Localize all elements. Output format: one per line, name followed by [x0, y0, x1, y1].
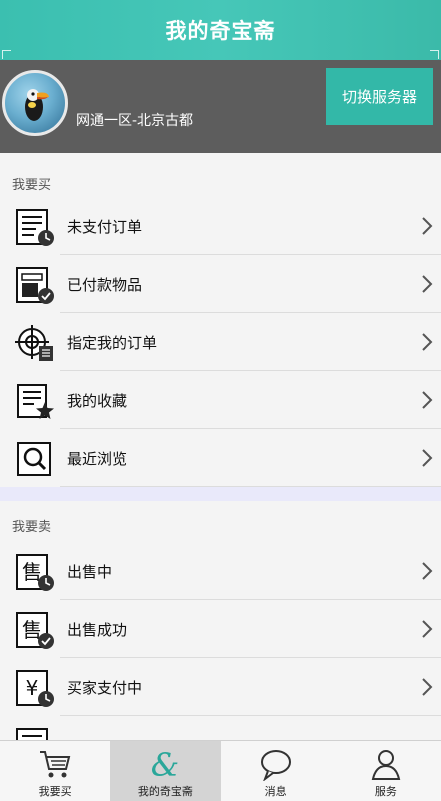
message-icon [260, 750, 291, 781]
item-label: 未支付订单 [67, 217, 143, 236]
profile-bar: 网通一区-北京古都 切换服务器 [0, 60, 441, 153]
chevron-right-icon [422, 620, 433, 638]
list-item-buyer-paying[interactable]: ¥ 买家支付中 [0, 658, 441, 716]
section-title-buy: 我要买 [12, 178, 52, 193]
list-item-paid-items[interactable]: 已付款物品 [0, 255, 441, 313]
sold-icon: 售 [16, 612, 54, 649]
avatar[interactable] [2, 70, 68, 136]
chevron-right-icon [422, 562, 433, 580]
list-item-favorites[interactable]: 我的收藏 [0, 371, 441, 429]
nav-tab-buy[interactable]: 我要买 [0, 741, 110, 801]
svg-text:&: & [151, 747, 179, 781]
nav-tab-my-store[interactable]: & 我的奇宝斋 [110, 741, 221, 801]
toucan-icon [25, 89, 49, 121]
svg-text:¥: ¥ [26, 676, 39, 700]
chevron-right-icon [422, 678, 433, 696]
unpaid-order-icon [16, 209, 54, 246]
item-label: 我的收藏 [67, 391, 128, 410]
corner-mark [430, 50, 439, 59]
favorites-icon [17, 384, 54, 419]
selling-icon: 售 [16, 554, 54, 591]
item-label: 出售中 [67, 562, 113, 581]
nav-tab-messages[interactable]: 消息 [221, 741, 331, 801]
list-item-selling[interactable]: 售 出售中 [0, 542, 441, 600]
recent-browse-icon [17, 442, 51, 476]
target-order-icon [15, 325, 53, 361]
paid-item-icon [16, 267, 54, 304]
cart-icon [40, 751, 71, 778]
switch-server-button[interactable]: 切换服务器 [326, 68, 433, 125]
list-item-sold[interactable]: 售 出售成功 [0, 600, 441, 658]
nav-label: 服务 [374, 785, 397, 798]
nav-label: 我要买 [38, 785, 72, 798]
section-divider [0, 487, 441, 501]
chevron-right-icon [422, 217, 433, 235]
top-header: 我的奇宝斋 [0, 0, 441, 60]
list-item-recent-browse[interactable]: 最近浏览 [0, 429, 441, 487]
nav-label: 我的奇宝斋 [137, 785, 193, 798]
chevron-right-icon [422, 333, 433, 351]
nav-tab-service[interactable]: 服务 [331, 741, 441, 801]
buy-list: 未支付订单 已付款物品 指定我的订单 我的收藏 最近浏览 [0, 197, 441, 487]
chevron-right-icon [422, 275, 433, 293]
corner-mark [2, 50, 11, 59]
item-label: 买家支付中 [67, 678, 143, 697]
page-title: 我的奇宝斋 [165, 19, 276, 43]
bottom-nav: 我要买 & 我的奇宝斋 消息 服务 [0, 740, 441, 801]
section-title-sell: 我要卖 [12, 520, 52, 535]
server-name: 网通一区-北京古都 [76, 113, 194, 129]
list-item-unpaid-orders[interactable]: 未支付订单 [0, 197, 441, 255]
ampersand-icon: & [151, 747, 179, 781]
chevron-right-icon [422, 391, 433, 409]
item-label: 已付款物品 [67, 275, 143, 294]
chevron-right-icon [422, 449, 433, 467]
buyer-paying-icon: ¥ [16, 670, 54, 707]
item-label: 最近浏览 [67, 449, 128, 468]
item-label: 指定我的订单 [67, 333, 158, 352]
item-label: 出售成功 [67, 620, 128, 639]
person-icon [371, 750, 401, 780]
list-item-target-orders[interactable]: 指定我的订单 [0, 313, 441, 371]
nav-label: 消息 [264, 785, 287, 798]
